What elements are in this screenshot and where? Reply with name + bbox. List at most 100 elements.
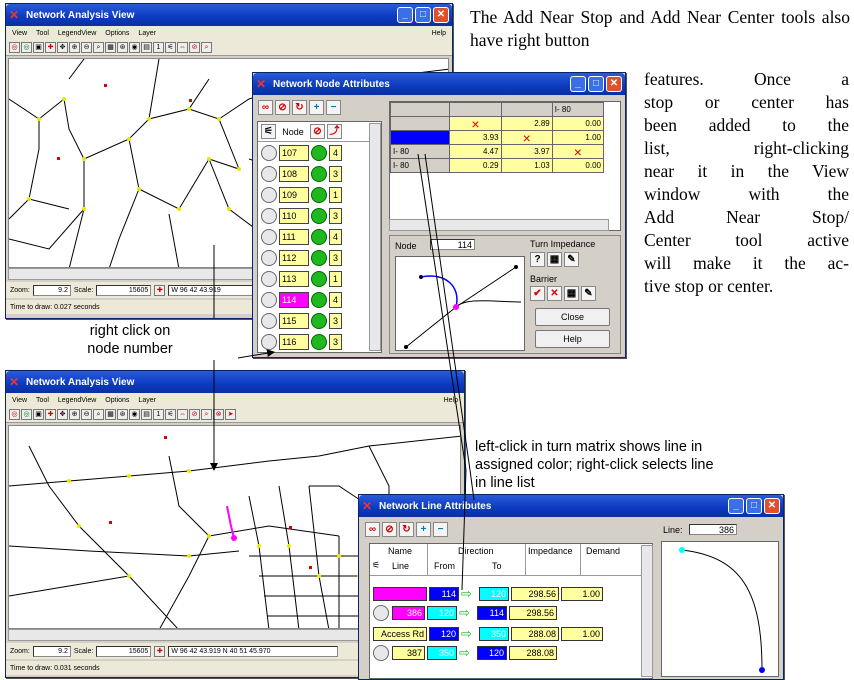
turn-diagram[interactable] — [395, 256, 525, 351]
tool-icon[interactable]: ⇔ — [177, 409, 188, 420]
matrix-cell[interactable]: × — [449, 116, 502, 131]
tool-icon[interactable]: ⊘ — [189, 42, 200, 53]
node-number[interactable]: 110 — [279, 207, 309, 224]
tool-icon[interactable]: 1 — [153, 42, 164, 53]
impedance-value[interactable]: 298.56 — [509, 605, 557, 620]
line-name[interactable] — [373, 586, 427, 601]
line-dialog-titlebar[interactable]: ✕ Network Line Attributes _ □ ✕ — [359, 495, 783, 517]
node-number[interactable]: 109 — [279, 186, 309, 203]
no-entry-icon[interactable]: ⊘ — [382, 522, 397, 537]
scale-field[interactable]: 15605 — [96, 284, 152, 296]
matrix-row-header[interactable] — [390, 130, 451, 145]
menu-tool[interactable]: Tool — [36, 397, 49, 404]
menu-view[interactable]: View — [12, 30, 27, 37]
matrix-cell[interactable]: 0.00 — [551, 116, 605, 131]
matrix-cell[interactable]: I- 80 — [551, 102, 605, 117]
tool-icon[interactable]: ▦ — [105, 42, 116, 53]
remove-icon[interactable]: − — [433, 522, 448, 537]
node-radio[interactable] — [261, 165, 277, 182]
impedance-value[interactable]: 288.08 — [509, 645, 557, 660]
zoom-box-icon[interactable]: ⌕ — [93, 42, 104, 53]
node-value-field[interactable]: 114 — [430, 239, 475, 250]
matrix-cell[interactable]: 4.47 — [449, 144, 502, 159]
node-radio[interactable] — [261, 312, 277, 329]
tool-icon[interactable]: ◎ — [21, 409, 32, 420]
green-status-icon[interactable] — [311, 165, 327, 182]
node-number[interactable]: 107 — [279, 144, 309, 161]
node-radio[interactable] — [261, 186, 277, 203]
zoom-in-icon[interactable]: ⊕ — [69, 42, 80, 53]
tool-icon[interactable]: ⊗ — [213, 409, 224, 420]
matrix-cell[interactable]: 3.97 — [500, 144, 553, 159]
green-status-icon[interactable] — [311, 312, 327, 329]
node-dialog-titlebar[interactable]: ✕ Network Node Attributes _ □ ✕ — [253, 73, 625, 95]
node-radio[interactable] — [261, 333, 277, 350]
menu-options[interactable]: Options — [105, 397, 129, 404]
node-radio[interactable] — [261, 249, 277, 266]
tool-icon[interactable]: ✚ — [45, 409, 56, 420]
demand-value[interactable]: 1.00 — [561, 626, 603, 641]
window1-titlebar[interactable]: ✕ Network Analysis View _ □ ✕ — [6, 4, 452, 26]
menu-legendview[interactable]: LegendView — [58, 397, 96, 404]
tool-icon[interactable]: ⌕ — [201, 409, 212, 420]
node-radio[interactable] — [261, 270, 277, 287]
coords-icon[interactable]: ✚ — [154, 284, 166, 296]
tool-icon[interactable]: ⌕ — [201, 42, 212, 53]
tool-icon[interactable]: ▦ — [105, 409, 116, 420]
node-list-vscrollbar[interactable] — [369, 123, 381, 351]
tool-icon[interactable]: ◉ — [129, 409, 140, 420]
node-list-item[interactable]: 112 3 — [258, 247, 381, 268]
maximize-button[interactable]: □ — [588, 76, 604, 92]
line-value-field[interactable]: 386 — [689, 524, 737, 535]
node-radio[interactable] — [261, 144, 277, 161]
matrix-cell[interactable]: 2.89 — [500, 116, 553, 131]
node-list-item[interactable]: 110 3 — [258, 205, 381, 226]
node-radio[interactable] — [261, 207, 277, 224]
help-button[interactable]: Help — [535, 330, 610, 348]
minimize-button[interactable]: _ — [570, 76, 586, 92]
line-list-vscrollbar[interactable] — [641, 545, 653, 677]
cross-icon[interactable]: ✕ — [547, 286, 562, 301]
menu-help[interactable]: Help — [432, 30, 446, 37]
green-status-icon[interactable] — [311, 144, 327, 161]
node-number[interactable]: 115 — [279, 312, 309, 329]
attach-icon[interactable]: ✎ — [564, 252, 579, 267]
link-icon[interactable]: ∞ — [258, 100, 273, 115]
pan-icon[interactable]: ✥ — [57, 409, 68, 420]
node-number[interactable]: 114 — [279, 291, 309, 308]
scale-field[interactable]: 15605 — [96, 645, 152, 657]
zoom-box-icon[interactable]: ⌕ — [93, 409, 104, 420]
menu-help[interactable]: Help — [444, 397, 458, 404]
node-radio[interactable] — [261, 228, 277, 245]
node-list-item[interactable]: 113 1 — [258, 268, 381, 289]
attach-icon[interactable]: ✎ — [581, 286, 596, 301]
table-icon[interactable]: ▦ — [564, 286, 579, 301]
line-radio[interactable] — [373, 644, 389, 661]
line-radio[interactable] — [373, 604, 389, 621]
node-number[interactable]: 112 — [279, 249, 309, 266]
menu-view[interactable]: View — [12, 397, 27, 404]
line-diagram[interactable] — [661, 541, 779, 677]
turn-matrix[interactable]: I- 80 × 2.89 0.00 3.93 × 1.00 I- 80 4.47 3.97 × I- … — [389, 101, 621, 231]
matrix-cell[interactable]: 1.03 — [500, 158, 553, 173]
matrix-row-header[interactable] — [390, 116, 451, 131]
tool-icon[interactable]: 1 — [153, 409, 164, 420]
node-list-item[interactable]: 109 1 — [258, 184, 381, 205]
line-number[interactable]: 386 — [392, 605, 425, 620]
tool-icon[interactable]: ◉ — [129, 42, 140, 53]
matrix-cell[interactable]: 3.93 — [449, 130, 502, 145]
tool-icon[interactable]: ◎ — [9, 409, 20, 420]
refresh-icon[interactable]: ↻ — [399, 522, 414, 537]
green-status-icon[interactable] — [311, 333, 327, 350]
check-icon[interactable]: ✔ — [530, 286, 545, 301]
node-number[interactable]: 116 — [279, 333, 309, 350]
no-entry-icon[interactable]: ⊘ — [275, 100, 290, 115]
menu-tool[interactable]: Tool — [36, 30, 49, 37]
tool-icon[interactable]: ⇔ — [177, 42, 188, 53]
line-list-row[interactable]: Access Rd 120 ⇨ 350 288.08 1.00 — [370, 624, 652, 643]
zoom-in-icon[interactable]: ⊕ — [69, 409, 80, 420]
tool-icon[interactable]: ⊘ — [189, 409, 200, 420]
close-button[interactable]: ✕ — [433, 7, 449, 23]
line-list-row[interactable]: 114 ⇨ 120 298.56 1.00 — [370, 584, 652, 603]
zoom-out-icon[interactable]: ⊖ — [81, 42, 92, 53]
